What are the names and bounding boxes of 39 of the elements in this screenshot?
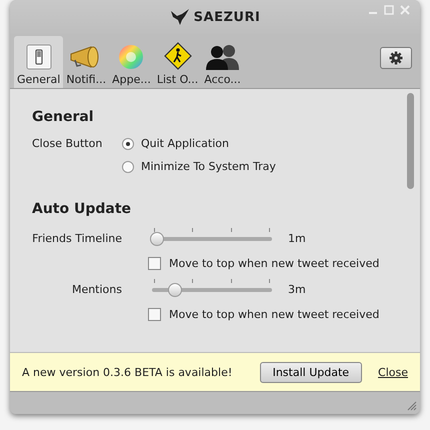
pedestrian-sign-icon [164, 42, 192, 70]
maximize-icon[interactable] [384, 5, 394, 15]
close-link[interactable]: Close [378, 366, 408, 378]
checkbox[interactable] [148, 257, 161, 270]
field-label: Close Button [32, 137, 104, 150]
slider-value: 3m [288, 282, 306, 296]
tab[interactable]: Appe... [109, 36, 154, 88]
close-icon[interactable] [400, 5, 410, 15]
checkbox[interactable] [148, 308, 161, 321]
checkbox-label: Move to top when new tweet received [169, 308, 380, 321]
radio-button[interactable] [122, 160, 134, 172]
slider-thumb[interactable] [150, 232, 164, 246]
tab[interactable]: General [14, 36, 64, 88]
slider[interactable] [152, 228, 272, 248]
install-update-button[interactable]: Install Update [260, 362, 362, 382]
settings-icon [389, 51, 403, 65]
scrollbar-thumb[interactable] [407, 93, 414, 189]
resize-grip-icon[interactable] [407, 401, 417, 411]
field-label: Friends Timeline [32, 232, 123, 244]
bird-icon [170, 9, 190, 25]
option-label: Quit Application [141, 137, 229, 150]
color-wheel-icon [118, 44, 144, 70]
tab[interactable]: List O... [154, 36, 202, 88]
people-icon [206, 44, 240, 70]
slider-value: 1m [288, 232, 306, 244]
tab[interactable]: Notifi... [63, 36, 110, 88]
notification-message: A new version 0.3.6 BETA is available! [22, 366, 232, 378]
section-heading: Auto Update [32, 201, 132, 217]
section-heading: General [32, 109, 95, 125]
window-title: SAEZURI [194, 10, 260, 24]
switch-icon [26, 44, 52, 70]
slider-thumb[interactable] [168, 283, 182, 297]
option-label: Minimize To System Tray [141, 160, 276, 173]
field-label: Mentions [70, 282, 123, 296]
slider[interactable] [152, 279, 272, 299]
tab[interactable]: Acco... [201, 36, 244, 88]
settings-button[interactable] [380, 47, 412, 69]
radio-button[interactable] [122, 138, 134, 150]
checkbox-label: Move to top when new tweet received [169, 257, 380, 270]
